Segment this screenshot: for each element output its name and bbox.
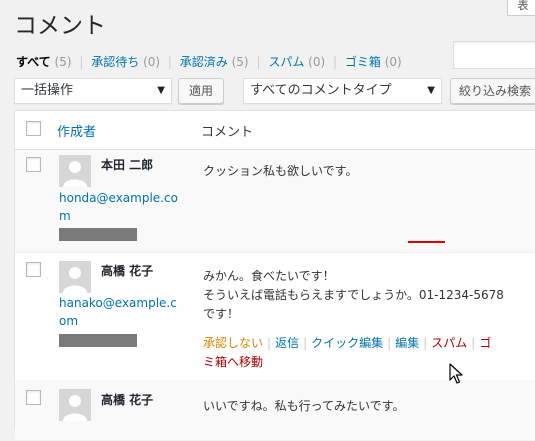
filter-approved-count: (5) <box>231 55 249 69</box>
filter-all[interactable]: すべて <box>16 55 51 69</box>
search-input[interactable] <box>453 41 535 69</box>
filter-trash-count: (0) <box>384 55 402 69</box>
edit-link[interactable]: 編集 <box>395 336 419 350</box>
avatar <box>59 155 91 187</box>
action-separator: | <box>423 336 428 350</box>
filter-trash[interactable]: ゴミ箱 <box>345 55 381 69</box>
filter-separator: | <box>256 55 261 69</box>
default-avatar-icon <box>63 267 87 293</box>
row-actions: 承認しない | 返信 | クイック編集 | 編集 | スパム | ゴ ミ箱へ移動 <box>203 334 535 372</box>
filter-separator: | <box>79 55 84 69</box>
comment-line: みかん。食べたいです！ <box>203 269 335 283</box>
comment-text: いいですね。私も行ってみたいです。 <box>203 399 405 413</box>
select-all-checkbox[interactable] <box>26 121 41 136</box>
avatar <box>59 389 91 421</box>
action-separator: | <box>303 336 308 350</box>
edit-link-highlight <box>408 241 445 243</box>
reply-link[interactable]: 返信 <box>275 336 299 350</box>
filter-all-count: (5) <box>54 55 72 69</box>
author-name: 高橋 花子 <box>101 264 154 278</box>
filter-pending[interactable]: 承認待ち <box>91 55 139 69</box>
table-row: 本田 二郎 honda@example.com クッション私も欲しいです。 <box>15 150 535 253</box>
screen-options-button[interactable]: 表 <box>507 0 535 16</box>
filter-spam-count: (0) <box>308 55 326 69</box>
action-separator: | <box>471 336 476 350</box>
bulk-action-value: 一括操作 <box>21 83 74 98</box>
mouse-cursor-icon <box>449 363 463 384</box>
column-comment: コメント <box>201 125 254 140</box>
comment-text: クッション私も欲しいです。 <box>203 164 358 178</box>
bulk-action-select[interactable]: 一括操作 ▼ <box>14 78 172 104</box>
apply-button[interactable]: 適用 <box>178 78 224 104</box>
author-ip-redacted <box>59 228 137 241</box>
filter-button[interactable]: 絞り込み検索 <box>450 78 535 104</box>
column-author[interactable]: 作成者 <box>57 121 96 140</box>
author-email[interactable]: honda@example.com <box>59 189 184 225</box>
action-separator: | <box>387 336 392 350</box>
quick-edit-link[interactable]: クイック編集 <box>311 336 383 350</box>
filter-separator: | <box>332 55 338 69</box>
filter-approved[interactable]: 承認済み <box>180 55 228 69</box>
avatar <box>59 261 91 293</box>
table-row: 高橋 花子 いいですね。私も行ってみたいです。 <box>15 380 535 441</box>
filter-pending-count: (0) <box>143 55 161 69</box>
comment-text: みかん。食べたいです！ そういえば電話もらえますでしょうか。01-1234-56… <box>203 267 535 324</box>
page-title: コメント <box>14 13 106 39</box>
trash-link-part2[interactable]: ミ箱へ移動 <box>203 353 535 372</box>
spam-link[interactable]: スパム <box>431 336 467 350</box>
dropdown-arrow-icon: ▼ <box>427 85 435 96</box>
comment-type-select[interactable]: すべてのコメントタイプ ▼ <box>243 78 442 104</box>
table-row: 高橋 花子 hanako@example.com みかん。食べたいです！ そうい… <box>15 252 535 381</box>
table-header: 作成者 コメント <box>15 111 535 150</box>
comment-line: です！ <box>203 307 240 321</box>
action-separator: | <box>267 336 272 350</box>
row-checkbox[interactable] <box>26 262 41 277</box>
filter-spam[interactable]: スパム <box>268 55 304 69</box>
author-name: 本田 二郎 <box>101 158 154 172</box>
author-name: 高橋 花子 <box>101 393 154 407</box>
comment-status-filters: すべて (5) | 承認待ち (0) | 承認済み (5) | スパム (0) … <box>16 53 402 70</box>
author-email[interactable]: hanako@example.com <box>59 294 184 330</box>
row-checkbox[interactable] <box>26 390 41 405</box>
author-ip-redacted <box>59 334 137 347</box>
default-avatar-icon <box>63 395 87 421</box>
row-checkbox[interactable] <box>26 157 41 172</box>
comment-type-value: すべてのコメントタイプ <box>250 83 392 98</box>
filter-separator: | <box>167 55 172 69</box>
dropdown-arrow-icon: ▼ <box>157 85 165 96</box>
default-avatar-icon <box>63 161 87 187</box>
trash-link-part1[interactable]: ゴ <box>479 336 491 350</box>
unapprove-link[interactable]: 承認しない <box>203 336 263 350</box>
comment-line: そういえば電話もらえますでしょうか。01-1234-5678 <box>203 288 504 302</box>
